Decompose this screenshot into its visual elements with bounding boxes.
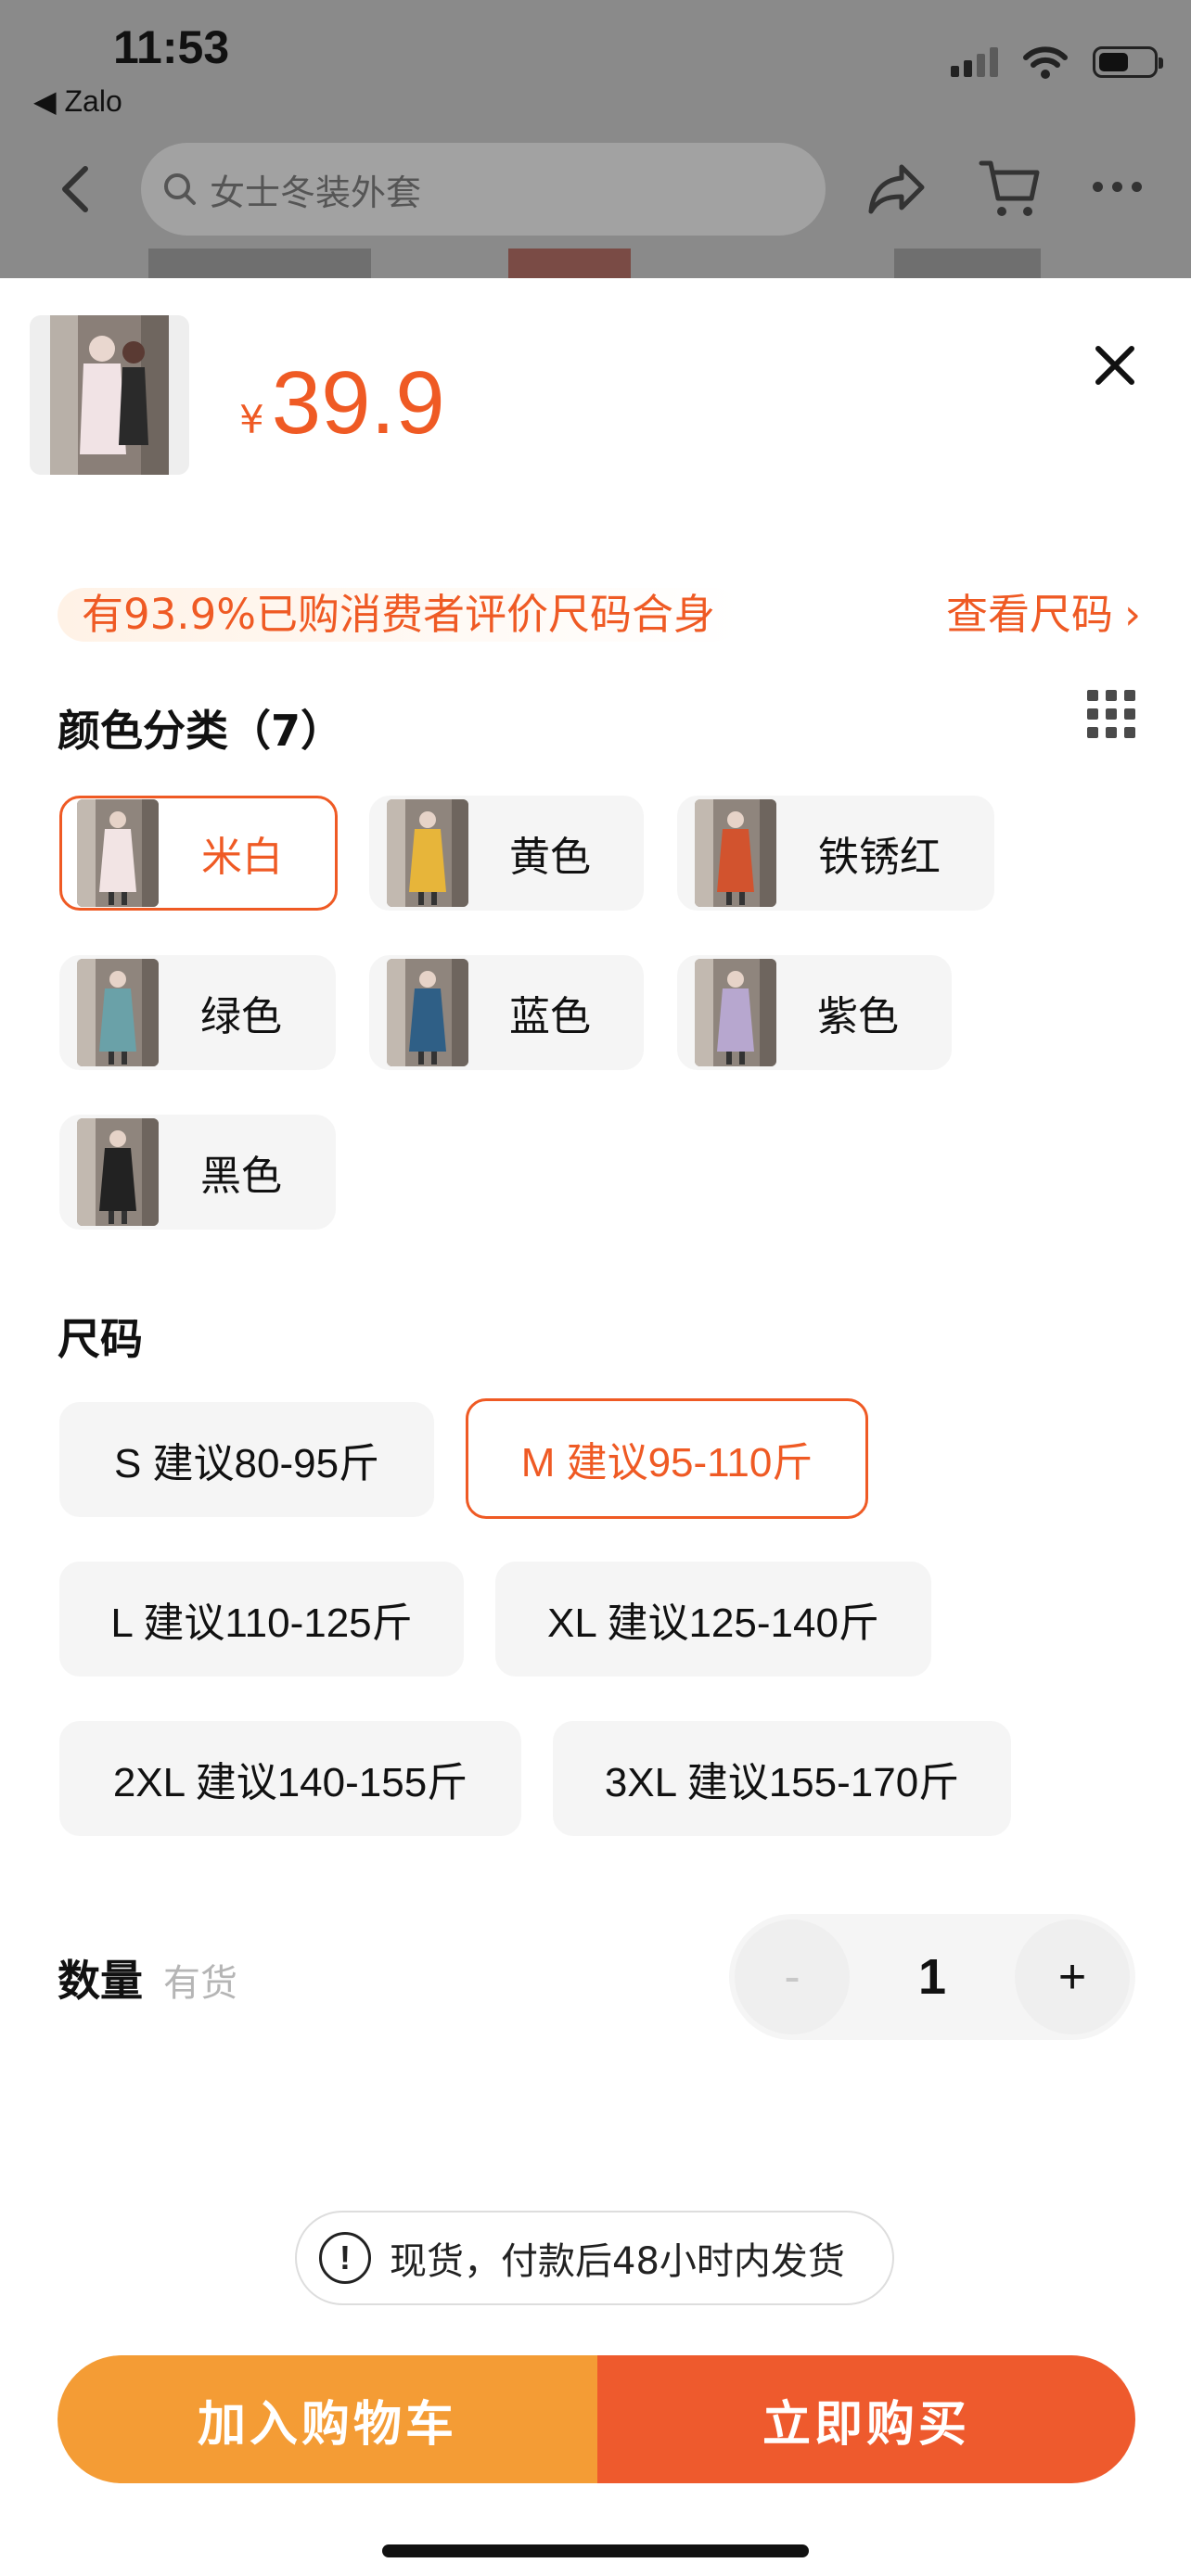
screen: 11:53 ◀ Zalo 女士冬装外套 ¥ 39.9 有93.9%已购消费者评价… — [0, 0, 1191, 2576]
price: ¥ 39.9 — [239, 352, 445, 454]
color-option-beige[interactable]: 米白 — [59, 796, 338, 911]
back-to-app-link[interactable]: ◀ Zalo — [33, 83, 122, 119]
sku-selector-sheet: ¥ 39.9 有93.9%已购消费者评价尺码合身 查看尺码 › 颜色分类（7） … — [0, 278, 1191, 2576]
color-swatch-image — [695, 959, 776, 1066]
shipping-note-text: 现货，付款后48小时内发货 — [390, 2240, 845, 2283]
battery-level — [1099, 53, 1128, 71]
add-to-cart-button[interactable]: 加入购物车 — [58, 2355, 597, 2483]
back-chevron-icon[interactable] — [54, 163, 98, 215]
more-icon[interactable] — [1093, 182, 1142, 192]
grid-view-icon[interactable] — [1087, 690, 1135, 738]
color-option-black[interactable]: 黑色 — [59, 1115, 336, 1230]
home-indicator[interactable] — [382, 2544, 809, 2557]
status-time: 11:53 — [113, 21, 230, 73]
color-option-label: 紫色 — [817, 993, 899, 1040]
size-fit-tip: 有93.9%已购消费者评价尺码合身 — [58, 588, 741, 642]
size-guide-label: 查看尺码 — [945, 590, 1113, 639]
cart-icon[interactable] — [978, 156, 1041, 221]
quantity-value[interactable]: 1 — [868, 1914, 996, 2040]
size-section-title: 尺码 — [58, 1314, 143, 1364]
quantity-label: 数量 — [58, 1956, 143, 2006]
wifi-icon — [1023, 46, 1068, 79]
search-icon — [164, 173, 196, 205]
color-option-label: 黄色 — [509, 834, 591, 881]
increment-button[interactable]: + — [1015, 1919, 1130, 2034]
product-photo-icon — [50, 315, 169, 475]
color-option-yellow[interactable]: 黄色 — [369, 796, 644, 911]
color-option-label: 绿色 — [200, 993, 282, 1040]
nav-bar: 女士冬装外套 — [0, 139, 1191, 241]
color-swatch-image — [387, 959, 468, 1066]
product-thumbnail[interactable] — [30, 315, 189, 475]
color-option-purple[interactable]: 紫色 — [677, 955, 952, 1070]
share-icon[interactable] — [866, 159, 928, 215]
size-option-2xl[interactable]: 2XL 建议140-155斤 — [59, 1721, 521, 1836]
chevron-right-icon: › — [1124, 590, 1141, 639]
decrement-button[interactable]: - — [735, 1919, 850, 2034]
size-option-3xl[interactable]: 3XL 建议155-170斤 — [553, 1721, 1011, 1836]
quantity-stepper: - 1 + — [729, 1914, 1135, 2040]
cellular-signal-icon — [951, 47, 998, 77]
price-amount: 39.9 — [271, 353, 445, 453]
color-option-rust-red[interactable]: 铁锈红 — [677, 796, 994, 911]
size-option-m[interactable]: M 建议95-110斤 — [466, 1398, 868, 1519]
size-option-s[interactable]: S 建议80-95斤 — [59, 1402, 434, 1517]
close-icon[interactable] — [1089, 339, 1141, 391]
color-section-title: 颜色分类（7） — [58, 706, 344, 756]
color-option-label: 米白 — [201, 834, 283, 881]
color-swatch-image — [695, 799, 776, 907]
color-swatch-image — [77, 959, 159, 1066]
size-guide-link[interactable]: 查看尺码 › — [946, 588, 1141, 642]
color-option-blue[interactable]: 蓝色 — [369, 955, 644, 1070]
color-option-label: 铁锈红 — [818, 834, 941, 881]
color-swatch-image — [387, 799, 468, 907]
status-icons — [951, 45, 1163, 80]
status-bar: 11:53 ◀ Zalo — [0, 0, 1191, 130]
currency-symbol: ¥ — [239, 397, 264, 442]
color-swatch-image — [77, 1118, 159, 1226]
search-input[interactable]: 女士冬装外套 — [141, 143, 826, 236]
size-option-l[interactable]: L 建议110-125斤 — [59, 1562, 464, 1677]
warning-icon: ! — [319, 2232, 371, 2284]
stock-status: 有货 — [163, 1962, 237, 2005]
color-swatch-image — [77, 799, 159, 907]
shipping-note: ! 现货，付款后48小时内发货 — [295, 2211, 894, 2305]
battery-icon — [1093, 46, 1163, 78]
color-option-label: 蓝色 — [509, 993, 591, 1040]
size-option-xl[interactable]: XL 建议125-140斤 — [495, 1562, 931, 1677]
buy-now-button[interactable]: 立即购买 — [597, 2355, 1135, 2483]
search-placeholder: 女士冬装外套 — [210, 172, 422, 213]
color-option-label: 黑色 — [200, 1153, 282, 1200]
color-option-green[interactable]: 绿色 — [59, 955, 336, 1070]
product-gallery-peek — [0, 249, 1191, 282]
